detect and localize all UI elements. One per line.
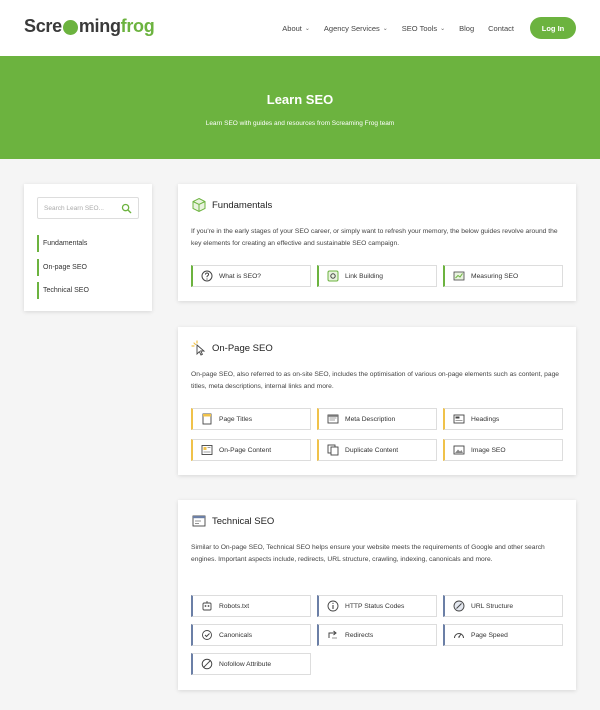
tile-what-is-seo[interactable]: What is SEO?	[191, 265, 311, 287]
on-page-seo-section: On-Page SEO On-page SEO, also referred t…	[178, 327, 576, 475]
canonical-icon	[202, 630, 212, 640]
nav-contact[interactable]: Contact	[488, 24, 514, 33]
image-icon	[453, 445, 465, 455]
chevron-down-icon: ⌄	[440, 25, 446, 32]
nofollow-icon	[201, 658, 213, 670]
on-page-seo-description: On-page SEO, also referred to as on-site…	[191, 371, 560, 390]
fundamentals-description: If you're in the early stages of your SE…	[191, 228, 558, 247]
search-input[interactable]	[44, 202, 120, 215]
tile-page-speed[interactable]: Page Speed	[443, 624, 563, 646]
tile-image-seo[interactable]: Image SEO	[443, 439, 563, 461]
link-icon	[327, 270, 339, 282]
page-icon	[202, 413, 212, 425]
on-page-seo-heading: On-Page SEO	[191, 340, 273, 356]
meta-icon	[327, 414, 339, 424]
tile-duplicate-content[interactable]: Duplicate Content	[317, 439, 437, 461]
technical-seo-heading: Technical SEO	[191, 513, 274, 529]
technical-seo-section: Technical SEO Similar to On-page SEO, Te…	[178, 500, 576, 690]
page-title: Learn SEO	[266, 92, 334, 107]
tile-page-titles[interactable]: Page Titles	[191, 408, 311, 430]
chart-icon	[453, 271, 465, 281]
robot-icon	[202, 601, 212, 611]
tile-url-structure[interactable]: URL Structure	[443, 595, 563, 617]
tile-meta-description[interactable]: Meta Description	[317, 408, 437, 430]
screaming-frog-logo[interactable]: Scre ming frog	[24, 16, 155, 37]
code-window-icon	[192, 515, 206, 527]
fundamentals-title: Fundamentals	[212, 199, 273, 211]
nav-seo-tools[interactable]: SEO Tools ⌄	[402, 24, 445, 33]
frog-logo-icon	[62, 20, 78, 35]
tile-http-status-codes[interactable]: HTTP Status Codes	[317, 595, 437, 617]
tile-on-page-content[interactable]: On-Page Content	[191, 439, 311, 461]
sidebar-item-fundamentals[interactable]: Fundamentals	[37, 235, 87, 252]
fundamentals-heading: Fundamentals	[191, 197, 272, 213]
login-button[interactable]: Log In	[530, 17, 576, 39]
heading-icon	[453, 414, 465, 424]
redirect-icon	[328, 630, 337, 639]
url-icon	[453, 600, 465, 612]
tile-robots-txt[interactable]: Robots.txt	[191, 595, 311, 617]
duplicate-icon	[327, 444, 339, 456]
tile-redirects[interactable]: Redirects	[317, 624, 437, 646]
tile-canonicals[interactable]: Canonicals	[191, 624, 311, 646]
cube-icon	[192, 197, 206, 213]
sidebar-item-technical-seo[interactable]: Technical SEO	[37, 282, 89, 299]
site-header: Scre ming frog About ⌄ Agency Services ⌄ SEO…	[0, 0, 600, 56]
sidebar-item-on-page-seo[interactable]: On-page SEO	[37, 259, 87, 276]
chevron-down-icon: ⌄	[382, 25, 388, 32]
chevron-down-icon: ⌄	[304, 25, 310, 32]
technical-seo-description: Similar to On-page SEO, Technical SEO he…	[191, 544, 545, 563]
nav-agency-services[interactable]: Agency Services ⌄	[324, 24, 388, 33]
question-icon	[201, 270, 213, 282]
speed-icon	[454, 633, 464, 639]
fundamentals-section: Fundamentals If you're in the early stag…	[178, 184, 576, 301]
tile-link-building[interactable]: Link Building	[317, 265, 437, 287]
on-page-seo-title: On-Page SEO	[212, 342, 273, 354]
nav-about[interactable]: About ⌄	[282, 24, 310, 33]
sidebar: Fundamentals On-page SEO Technical SEO	[24, 184, 152, 311]
main-nav: About ⌄ Agency Services ⌄ SEO Tools ⌄ Blog …	[268, 17, 576, 39]
technical-seo-title: Technical SEO	[212, 515, 275, 527]
info-icon	[327, 600, 339, 612]
cursor-click-icon	[191, 340, 206, 356]
hero-banner: Learn SEO Learn SEO with guides and reso…	[0, 56, 600, 159]
tile-headings[interactable]: Headings	[443, 408, 563, 430]
tile-nofollow-attribute[interactable]: Nofollow Attribute	[191, 653, 311, 675]
search-box	[37, 197, 139, 219]
content-icon	[201, 445, 213, 455]
nav-blog[interactable]: Blog	[459, 24, 474, 33]
page-subtitle: Learn SEO with guides and resources from…	[205, 120, 395, 127]
tile-measuring-seo[interactable]: Measuring SEO	[443, 265, 563, 287]
search-icon[interactable]	[121, 203, 132, 214]
